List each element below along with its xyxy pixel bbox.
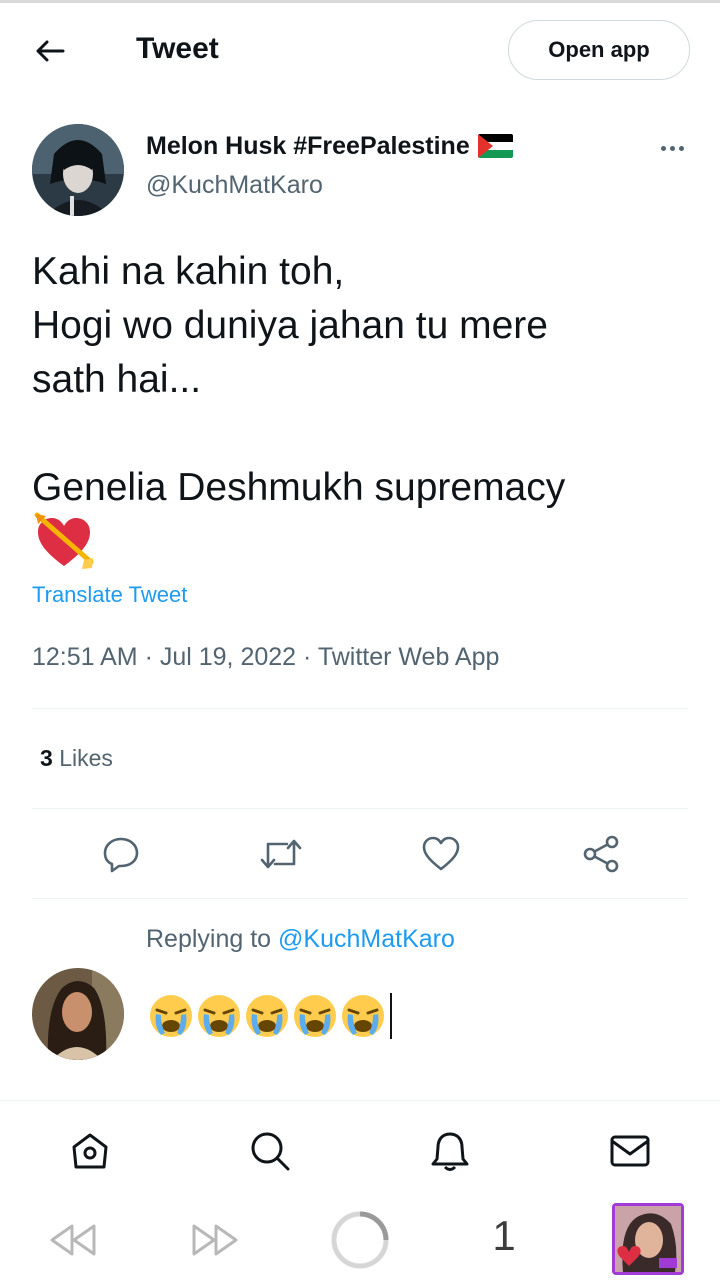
loading-spinner-icon bbox=[331, 1211, 389, 1269]
dot bbox=[678, 145, 684, 151]
nav-search[interactable] bbox=[244, 1125, 296, 1177]
rewind-icon bbox=[50, 1224, 96, 1256]
more-options-button[interactable] bbox=[652, 136, 692, 160]
replying-mention[interactable]: @KuchMatKaro bbox=[278, 925, 455, 953]
loudly-crying-face-emoji bbox=[246, 995, 288, 1037]
loudly-crying-face-emoji bbox=[198, 995, 240, 1037]
divider bbox=[32, 708, 688, 709]
reply-button[interactable] bbox=[95, 828, 147, 880]
author-name-text: Melon Husk #FreePalestine bbox=[146, 132, 470, 160]
back-button[interactable] bbox=[28, 29, 72, 73]
author-avatar[interactable] bbox=[32, 124, 124, 216]
reply-icon bbox=[103, 837, 139, 873]
fast-forward-icon bbox=[192, 1224, 238, 1256]
bottom-nav bbox=[0, 1100, 720, 1200]
tweet-actions bbox=[0, 828, 720, 880]
author-name[interactable]: Melon Husk #FreePalestine bbox=[146, 130, 513, 162]
open-app-button[interactable]: Open app bbox=[508, 20, 690, 80]
likes-label: Likes bbox=[59, 745, 113, 771]
divider bbox=[32, 898, 688, 899]
translate-tweet-link[interactable]: Translate Tweet bbox=[32, 580, 187, 610]
retweet-icon bbox=[260, 839, 302, 869]
arrow-left-icon bbox=[36, 40, 65, 62]
loudly-crying-face-emoji bbox=[342, 995, 384, 1037]
author-handle[interactable]: @KuchMatKaro bbox=[146, 169, 323, 201]
share-icon bbox=[583, 835, 619, 873]
home-icon bbox=[72, 1133, 108, 1169]
replying-to: Replying to @KuchMatKaro bbox=[146, 922, 455, 956]
tweet-meta: 12:51 AM · Jul 19, 2022 · Twitter Web Ap… bbox=[32, 643, 500, 671]
tweet-text: Kahi na kahin toh, Hogi wo duniya jahan … bbox=[32, 250, 566, 509]
tab-switcher-thumbnail[interactable] bbox=[612, 1203, 684, 1275]
share-button[interactable] bbox=[575, 828, 627, 880]
tab-count[interactable]: 1 bbox=[482, 1208, 526, 1264]
like-button[interactable] bbox=[415, 828, 467, 880]
text-caret bbox=[390, 993, 392, 1039]
nav-home[interactable] bbox=[64, 1125, 116, 1177]
mail-icon bbox=[610, 1135, 650, 1167]
likes-count: 3 bbox=[40, 745, 53, 771]
user-avatar[interactable] bbox=[32, 968, 124, 1060]
loudly-crying-face-emoji bbox=[150, 995, 192, 1037]
search-icon bbox=[251, 1132, 290, 1171]
page-title: Tweet bbox=[136, 32, 219, 65]
heart-icon bbox=[422, 836, 460, 871]
bell-icon bbox=[431, 1132, 469, 1171]
browser-forward-button[interactable] bbox=[186, 1210, 246, 1270]
likes-count-link[interactable]: 3 Likes bbox=[40, 742, 113, 774]
nav-notifications[interactable] bbox=[424, 1125, 476, 1177]
replying-prefix: Replying to bbox=[146, 925, 272, 953]
palestine-flag-icon bbox=[477, 134, 513, 158]
nav-messages[interactable] bbox=[604, 1125, 656, 1177]
retweet-button[interactable] bbox=[255, 828, 307, 880]
browser-back-button[interactable] bbox=[42, 1210, 102, 1270]
loudly-crying-face-emoji bbox=[294, 995, 336, 1037]
heart-with-arrow-emoji bbox=[34, 512, 94, 572]
reply-input[interactable] bbox=[148, 990, 392, 1042]
dot bbox=[669, 145, 675, 151]
header: Tweet Open app bbox=[0, 3, 720, 95]
divider bbox=[32, 808, 688, 809]
dot bbox=[660, 145, 666, 151]
browser-reload-button[interactable] bbox=[330, 1210, 390, 1270]
